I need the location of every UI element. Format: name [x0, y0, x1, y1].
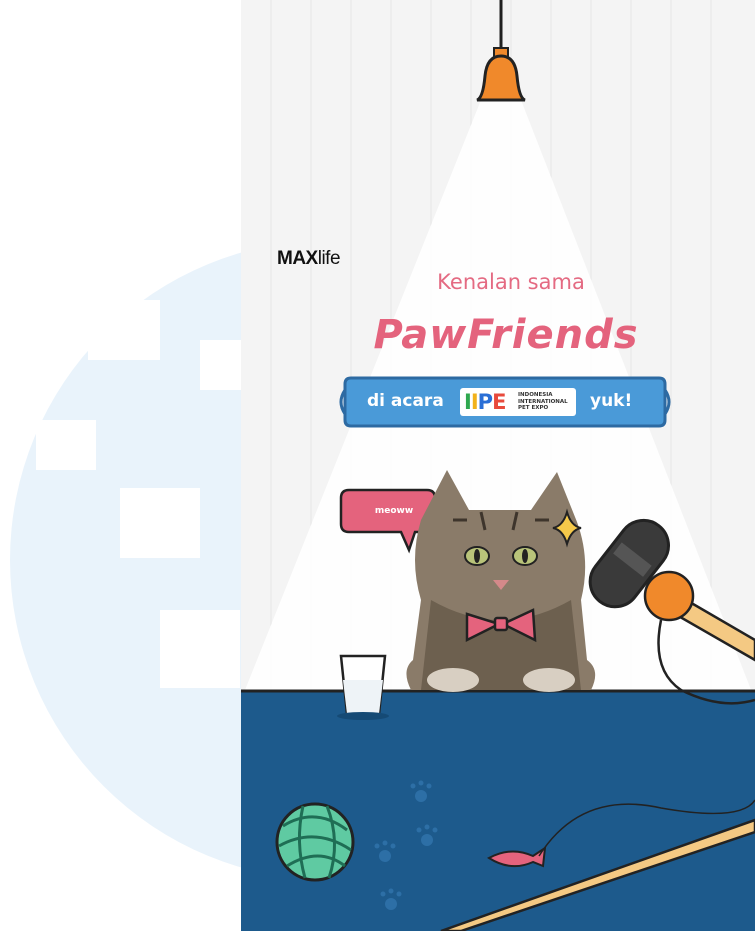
iipe-subtitle: INDONESIA INTERNATIONAL PET EXPO [518, 392, 568, 411]
iipe-wordmark: IIPE [464, 390, 506, 414]
headline-line-2: PawFriends [373, 312, 639, 358]
iipe-logo: IIPE INDONESIA INTERNATIONAL PET EXPO [460, 388, 576, 416]
banner-text-right: yuk! [590, 391, 633, 411]
poster-illustration [241, 0, 755, 931]
headline-line-1: Kenalan sama [437, 270, 585, 294]
yarn-ball-icon [275, 802, 355, 882]
poster: MAXlife Kenalan sama PawFriends di acara… [241, 0, 755, 931]
maxlife-logo: MAXlife [277, 248, 341, 269]
banner-text-left: di acara [367, 391, 444, 411]
speech-bubble-text: meoww [374, 506, 414, 516]
